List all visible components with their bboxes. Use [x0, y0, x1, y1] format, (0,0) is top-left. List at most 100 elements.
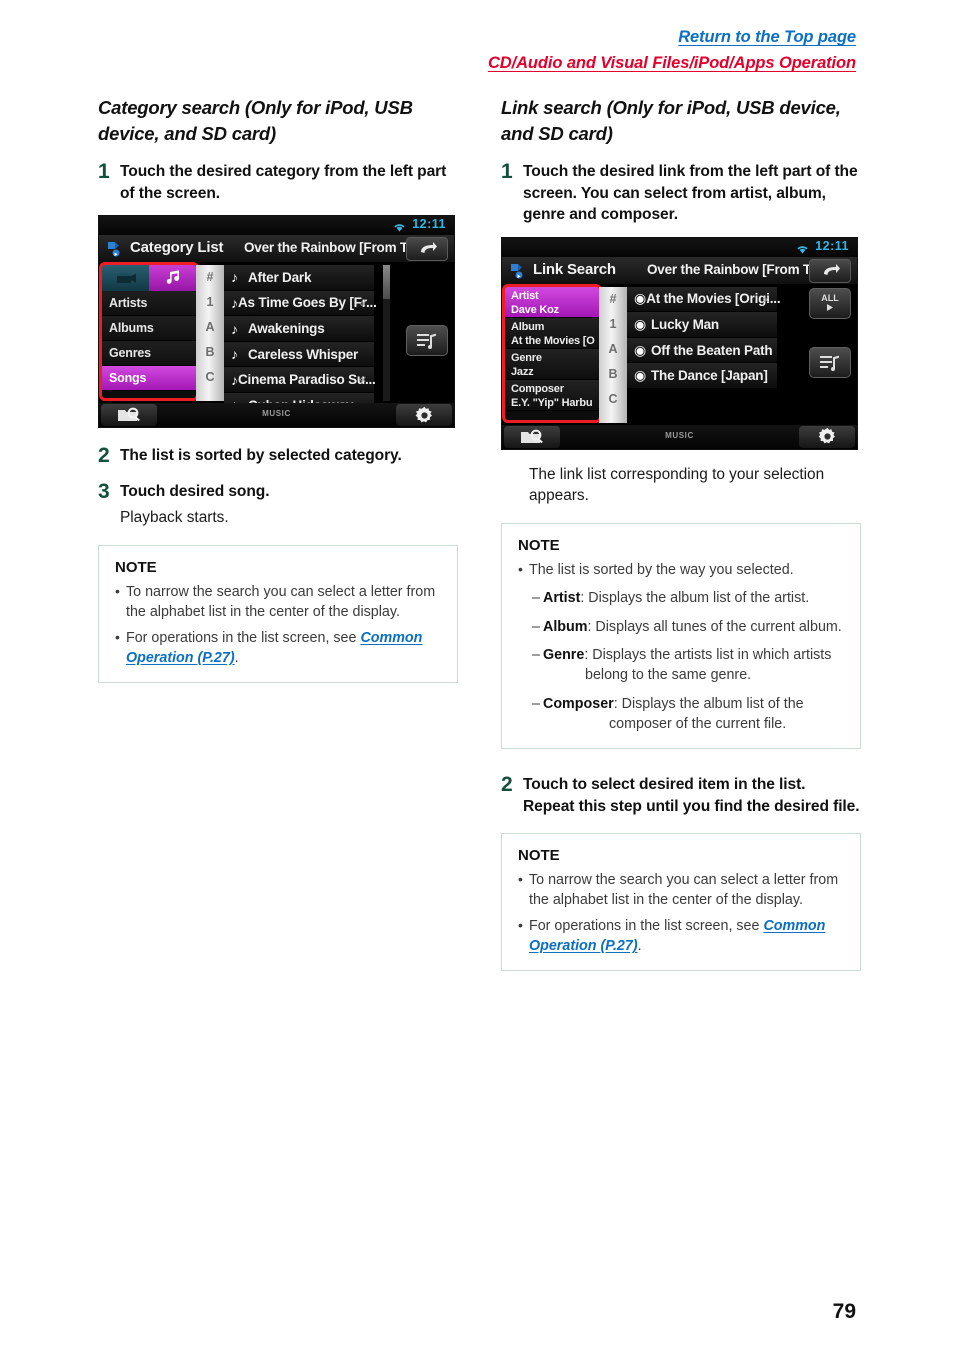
playlist-button[interactable]: [406, 325, 448, 357]
music-note-icon: ♪: [231, 269, 238, 286]
device-status-bar: 12:11: [99, 216, 454, 236]
scrollbar[interactable]: [383, 265, 390, 402]
link-item-genre[interactable]: Genre Jazz: [505, 348, 599, 380]
alphabet-letter[interactable]: #: [196, 265, 224, 290]
step-text: Touch the desired link from the left par…: [523, 163, 858, 224]
chevron-left-icon: «: [359, 372, 366, 387]
play-all-button[interactable]: ALL: [809, 287, 851, 319]
list-item[interactable]: ◉ Off the Beaten Path: [627, 337, 777, 364]
link-item-composer[interactable]: Composer E.Y. "Yip" Harbu: [505, 379, 599, 411]
play-icon: [827, 304, 833, 312]
category-type-icons: [102, 265, 196, 292]
alphabet-letter[interactable]: C: [599, 387, 627, 412]
scrollbar-thumb[interactable]: [383, 265, 390, 300]
alphabet-letter[interactable]: 1: [196, 290, 224, 315]
dash-icon: –: [532, 646, 540, 663]
link-item-value: Jazz: [511, 365, 534, 378]
step-text: Touch desired song.: [120, 483, 270, 501]
note-item: • The list is sorted by the way you sele…: [518, 560, 844, 580]
list-item[interactable]: ◉ The Dance [Japan]: [627, 363, 777, 389]
list-item-label: Careless Whisper: [248, 346, 359, 362]
alphabet-letter[interactable]: A: [196, 315, 224, 340]
settings-button[interactable]: [799, 425, 855, 448]
bullet-icon: •: [518, 917, 523, 934]
note-box-right-1: NOTE • The list is sorted by the way you…: [501, 523, 861, 750]
note-subitem-album: – Album: Displays all tunes of the curre…: [532, 617, 844, 637]
list-item-label: At the Movies [Origi...: [646, 291, 781, 307]
list-item[interactable]: ♪ Cinema Paradiso Su... «: [224, 367, 376, 394]
link-panel: Artist Dave Koz Album At the Movies [O G…: [505, 286, 599, 423]
back-button[interactable]: [406, 237, 448, 262]
disc-icon: ◉: [634, 290, 647, 307]
note-item: • For operations in the list screen, see…: [518, 916, 844, 956]
alphabet-letter[interactable]: B: [599, 362, 627, 387]
left-column: Category search (Only for iPod, USB devi…: [98, 95, 458, 683]
category-item-albums[interactable]: Albums: [102, 316, 196, 342]
back-arrow-icon: [824, 263, 840, 275]
note-subitem-desc-line2: composer of the current file.: [609, 715, 787, 732]
list-item[interactable]: ♪ Careless Whisper: [224, 341, 374, 368]
alphabet-letter[interactable]: 1: [599, 312, 627, 337]
note-title: NOTE: [518, 847, 560, 865]
note-item-text: For operations in the list screen, see: [529, 918, 764, 935]
device-screenshot-link-search: 12:11 Link Search Over the Rainbow [From…: [501, 236, 858, 450]
device-bottom-bar: MUSIC: [502, 424, 857, 449]
step-number: 1: [501, 160, 513, 184]
music-source-icon: [507, 261, 527, 281]
device-body: Artist Dave Koz Album At the Movies [O G…: [502, 283, 857, 425]
list-item[interactable]: ♪ Awakenings: [224, 316, 374, 342]
device-screenshot-category-list: 12:11 Category List Over the Rainbow [Fr…: [98, 215, 455, 429]
note-item-text-post: .: [637, 938, 642, 955]
step-text: Touch to select desired item in the list…: [523, 776, 860, 815]
list-item[interactable]: ◉ At the Movies [Origi... «: [627, 286, 781, 313]
settings-button[interactable]: [396, 404, 452, 427]
page-header: Return to the Top page CD/Audio and Visu…: [488, 26, 856, 75]
disc-icon: ◉: [634, 315, 647, 332]
category-item-genres[interactable]: Genres: [102, 341, 196, 367]
step-1-left: 1 Touch the desired category from the le…: [98, 160, 458, 204]
note-subitem-desc-line2: belong to the same genre.: [585, 667, 752, 684]
alphabet-strip[interactable]: # 1 A B C: [196, 265, 224, 402]
step-3-subtext: Playback starts.: [120, 509, 229, 527]
list-item[interactable]: ♪ After Dark: [224, 265, 374, 291]
music-note-icon: ♪: [231, 371, 238, 388]
alphabet-strip[interactable]: # 1 A B C: [599, 286, 627, 423]
category-item-artists[interactable]: Artists: [102, 291, 196, 317]
chevron-left-icon: «: [762, 291, 769, 306]
dash-icon: –: [532, 695, 540, 712]
music-category-icon[interactable]: [149, 265, 196, 292]
alphabet-letter[interactable]: A: [599, 337, 627, 362]
note-item-text: The list is sorted by the way you select…: [529, 562, 794, 579]
alphabet-letter[interactable]: B: [196, 340, 224, 365]
alphabet-letter[interactable]: C: [196, 365, 224, 390]
alphabet-letter[interactable]: #: [599, 287, 627, 312]
note-title: NOTE: [115, 558, 157, 576]
list-item[interactable]: ♪ As Time Goes By [Fr... «: [224, 290, 377, 317]
playlist-button[interactable]: [809, 346, 851, 378]
device-now-playing: Over the Rainbow [From T: [647, 261, 811, 277]
note-title: NOTE: [518, 537, 560, 555]
link-item-key: Genre: [511, 351, 542, 364]
play-all-label: ALL: [821, 293, 839, 304]
link-item-artist-selected[interactable]: Artist Dave Koz: [505, 286, 599, 318]
back-button[interactable]: [809, 258, 851, 283]
list-item[interactable]: ◉ Lucky Man: [627, 312, 777, 338]
category-item-songs-selected[interactable]: Songs: [102, 366, 196, 392]
breadcrumb-link[interactable]: CD/Audio and Visual Files/iPod/Apps Oper…: [488, 52, 856, 74]
device-body: Artists Albums Genres Songs # 1 A B C ♪ …: [99, 262, 454, 419]
return-to-top-link[interactable]: Return to the Top page: [488, 26, 856, 48]
bullet-icon: •: [115, 628, 120, 645]
music-note-icon: ♪: [231, 320, 238, 337]
note-box-right-2: NOTE • To narrow the search you can sele…: [501, 833, 861, 972]
link-item-album[interactable]: Album At the Movies [O: [505, 317, 599, 349]
device-screen-title: Category List: [130, 239, 224, 257]
link-item-key: Composer: [511, 382, 564, 395]
list-item-label: The Dance [Japan]: [651, 368, 768, 384]
note-subitem-desc: : Displays the album list of the: [613, 695, 804, 712]
link-item-value: E.Y. "Yip" Harbu: [511, 396, 593, 409]
device-clock: 12:11: [412, 217, 446, 232]
video-category-icon[interactable]: [102, 265, 149, 292]
note-subitem-term: Composer: [543, 695, 614, 712]
device-now-playing: Over the Rainbow [From T: [244, 240, 408, 256]
list-item-label: Lucky Man: [651, 316, 719, 332]
